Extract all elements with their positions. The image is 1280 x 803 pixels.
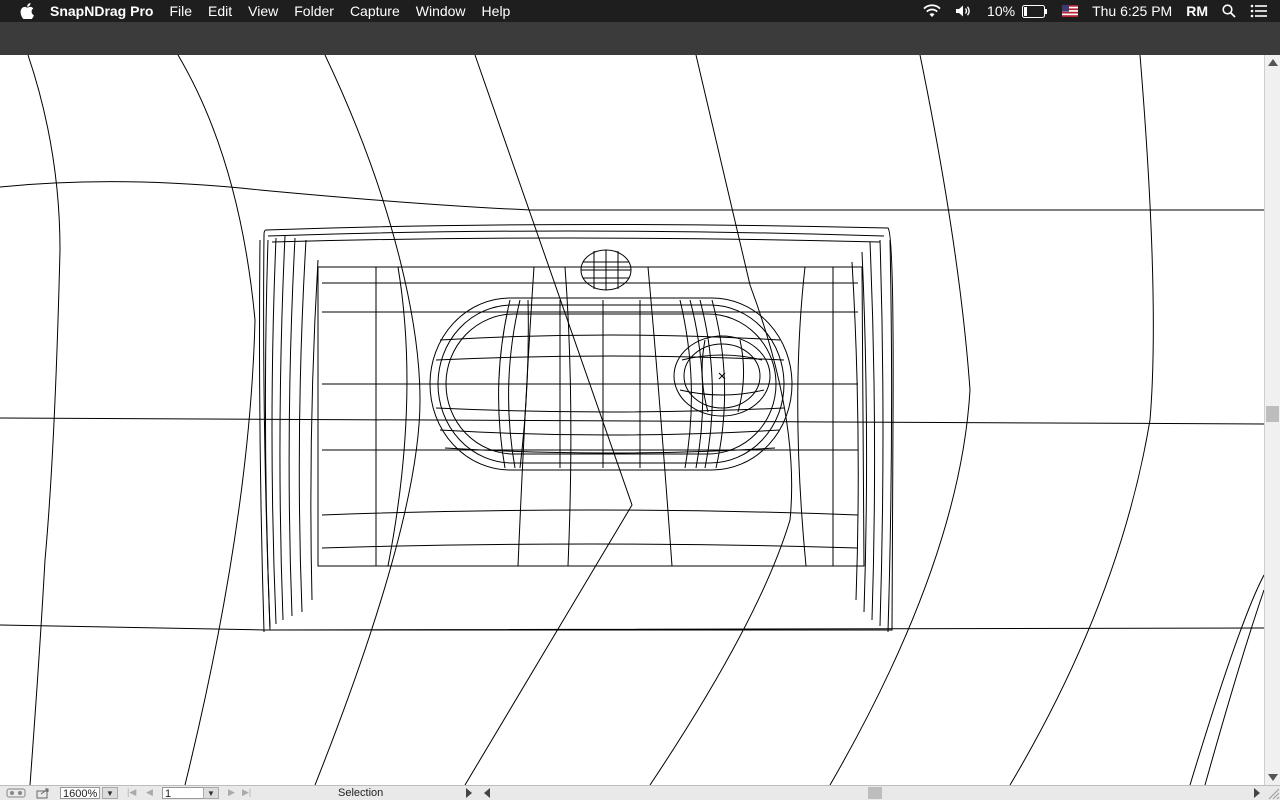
previous-page-icon[interactable]: ◀ <box>146 787 153 798</box>
wifi-icon[interactable] <box>916 0 948 22</box>
current-tool-label: Selection <box>338 787 384 799</box>
menu-help[interactable]: Help <box>474 0 519 22</box>
next-page-icon[interactable]: ▶ <box>228 787 235 798</box>
tool-menu-arrow-icon[interactable] <box>466 788 472 798</box>
scroll-down-arrow-icon[interactable] <box>1268 774 1278 781</box>
menu-bar: SnapNDrag Pro File Edit View Folder Capt… <box>0 0 1280 22</box>
page-number-field[interactable]: 1 <box>162 787 204 800</box>
app-menu[interactable]: SnapNDrag Pro <box>42 0 161 22</box>
toolbar <box>0 22 1280 56</box>
share-icon[interactable] <box>36 786 50 800</box>
menu-capture[interactable]: Capture <box>342 0 408 22</box>
view-mode-icon[interactable] <box>6 786 26 800</box>
menu-edit[interactable]: Edit <box>200 0 240 22</box>
vertical-scroll-thumb[interactable] <box>1266 406 1279 422</box>
apple-menu-icon[interactable] <box>12 0 42 22</box>
zoom-dropdown-icon[interactable]: ▼ <box>102 787 118 799</box>
scroll-left-arrow-icon[interactable] <box>484 788 490 798</box>
first-page-icon[interactable]: |◀ <box>127 787 136 798</box>
menu-file[interactable]: File <box>161 0 200 22</box>
last-page-icon[interactable]: ▶| <box>242 787 251 798</box>
page-dropdown-icon[interactable]: ▼ <box>203 787 219 799</box>
clock[interactable]: Thu 6:25 PM <box>1085 0 1179 22</box>
horizontal-scroll-thumb[interactable] <box>868 787 882 799</box>
menu-window[interactable]: Window <box>408 0 474 22</box>
notification-center-icon[interactable] <box>1243 0 1280 22</box>
vertical-scrollbar[interactable] <box>1264 55 1280 785</box>
resize-grip-icon[interactable] <box>1266 786 1280 800</box>
horizontal-scrollbar[interactable] <box>480 786 1264 800</box>
wireframe-drawing <box>0 55 1264 785</box>
us-flag-icon[interactable] <box>1055 0 1085 22</box>
menu-folder[interactable]: Folder <box>286 0 342 22</box>
drawing-canvas[interactable] <box>0 55 1264 785</box>
battery-percent: 10% <box>987 3 1016 19</box>
user-name[interactable]: RM <box>1179 0 1215 22</box>
menu-view[interactable]: View <box>240 0 286 22</box>
scroll-up-arrow-icon[interactable] <box>1268 59 1278 66</box>
zoom-level-field[interactable]: 1600% <box>60 787 100 800</box>
volume-icon[interactable] <box>948 0 980 22</box>
status-bar: 1600% ▼ |◀ ◀ 1 ▼ ▶ ▶| Selection <box>0 785 1280 800</box>
spotlight-search-icon[interactable] <box>1215 0 1243 22</box>
battery-icon[interactable] <box>1022 0 1055 22</box>
scroll-right-arrow-icon[interactable] <box>1254 788 1260 798</box>
